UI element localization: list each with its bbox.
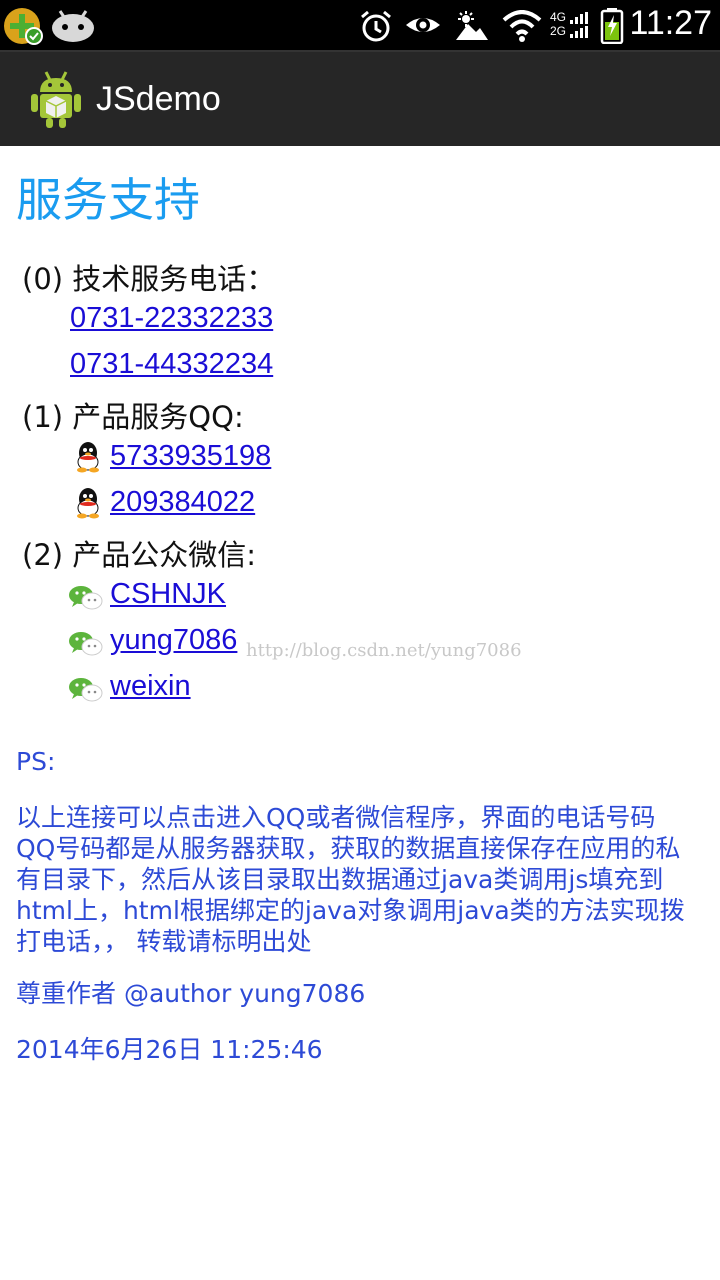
clock: 11:27 — [629, 4, 712, 42]
action-bar: JSdemo — [0, 50, 720, 146]
author-line: 尊重作者 @author yung7086 — [16, 979, 366, 1008]
android-notify-icon — [52, 10, 94, 42]
ps-label: PS: — [16, 747, 56, 776]
qq-link-1[interactable]: 5733935198 — [110, 440, 271, 473]
network-type: 4G 2G — [550, 10, 566, 38]
wifi-icon — [502, 10, 542, 42]
ps-line: html上，html根据绑定的java对象调用java类的方法实现拨 — [16, 896, 685, 925]
signal-icon — [570, 12, 588, 38]
section-wechat-label: (2) 产品公众微信: — [22, 538, 257, 572]
ps-line: QQ号码都是从服务器获取，获取的数据直接保存在应用的私 — [16, 834, 681, 863]
wechat-link-3[interactable]: weixin — [110, 670, 191, 703]
ps-line: 打电话，， 转载请标明出处 — [16, 927, 312, 956]
wechat-link-1[interactable]: CSHNJK — [110, 578, 226, 611]
watermark: http://blog.csdn.net/yung7086 — [246, 640, 522, 661]
network-2g: 2G — [550, 24, 567, 38]
eye-icon — [406, 18, 440, 32]
phone-link-1[interactable]: 0731-22332233 — [70, 302, 273, 335]
alarm-icon — [361, 10, 391, 42]
qq-icon — [77, 442, 99, 473]
phone-link-2[interactable]: 0731-44332234 — [70, 348, 273, 381]
qq-icon — [77, 488, 99, 519]
wechat-link-2[interactable]: yung7086 — [110, 624, 237, 657]
section-phone-label: (0) 技术服务电话： — [22, 262, 276, 296]
ps-line: 有目录下，然后从该目录取出数据通过java类调用js填充到 — [16, 865, 664, 894]
wechat-icon — [69, 632, 103, 656]
ps-note: 以上连接可以点击进入QQ或者微信程序，界面的电话号码 QQ号码都是从服务器获取，… — [16, 802, 710, 957]
ps-line: 以上连接可以点击进入QQ或者微信程序，界面的电话号码 — [16, 803, 656, 832]
page-title: 服务支持 — [16, 173, 200, 227]
section-qq-label: (1) 产品服务QQ: — [22, 400, 244, 434]
date-line: 2014年6月26日 11:25:46 — [16, 1035, 323, 1064]
brightness-icon — [456, 11, 488, 40]
network-4g: 4G — [550, 10, 567, 24]
wechat-icon — [69, 678, 103, 702]
wechat-icon — [69, 586, 103, 610]
battery-icon — [600, 8, 624, 44]
app-notify-icon — [4, 8, 43, 45]
app-title: JSdemo — [96, 80, 221, 118]
status-bar: 4G 2G 11:27 — [0, 0, 720, 50]
qq-link-2[interactable]: 209384022 — [110, 486, 255, 519]
android-app-icon[interactable] — [28, 70, 84, 130]
